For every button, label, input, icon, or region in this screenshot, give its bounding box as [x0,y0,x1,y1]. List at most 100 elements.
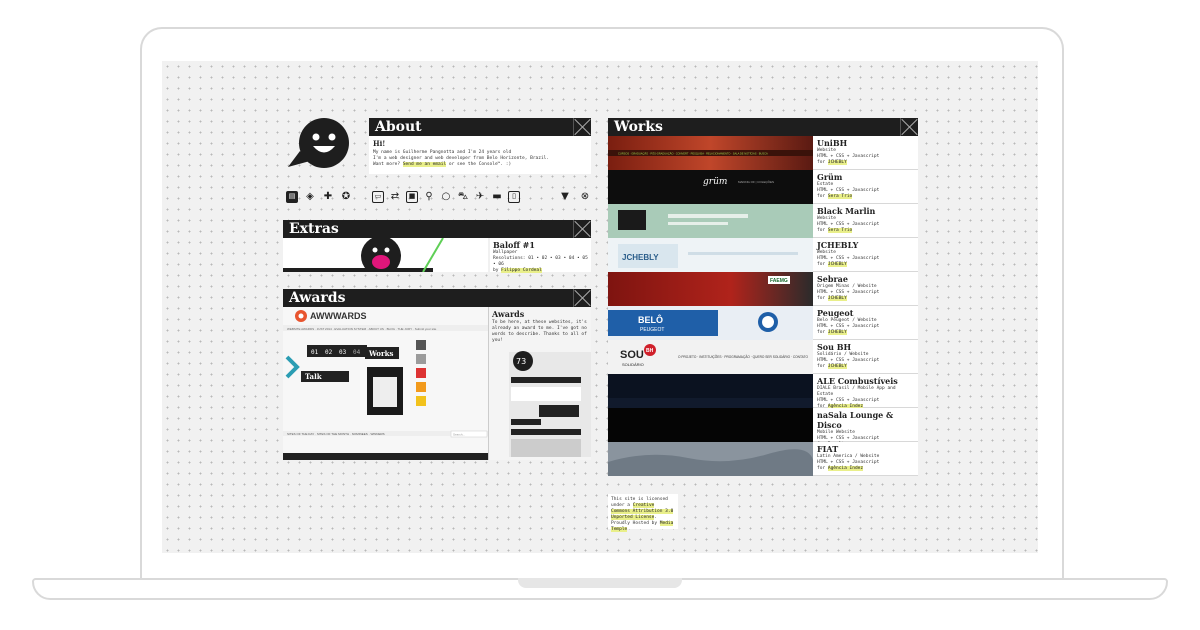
work-row-fiat[interactable]: FIAT Latin America / Website HTML + CSS … [608,442,918,476]
peugeot-word: PEUGEOT [640,327,664,333]
awwwards-search: Search... [453,433,465,437]
license-note: This site is licensed under a Creative C… [608,494,678,532]
work-thumb-sebrae[interactable]: FAEMG [608,272,813,306]
monitor-icon[interactable]: ▬ [491,191,503,203]
icon-row-right: ▭ ⇄ ■ ⚲ ○ ⛍ ✈ ▬ ▯ [372,191,520,203]
work-info-sebrae: Sebrae Origem Minas / Website HTML + CSS… [813,272,918,305]
jchebly-logo: JCHEBLY [622,253,659,262]
work-credit-link[interactable]: Sera Trio [827,228,853,233]
about-title-bar: About [369,118,591,136]
work-thumb-grum[interactable]: grüm MAKING OF | COLEÇÕES [608,170,813,204]
triangle-down-icon[interactable]: ▼ [559,191,571,203]
work-row-sebrae[interactable]: FAEMG Sebrae Origem Minas / Website HTML… [608,272,918,306]
extras-author-link[interactable]: Filippo Cordeal [501,268,542,273]
work-title: Grüm [817,172,843,182]
notebook-icon[interactable]: ▯ [508,191,520,203]
work-row-unibh[interactable]: CURSOS · GRADUAÇÃO · PÓS-GRADUAÇÃO · CON… [608,136,918,170]
work-row-black-marlin[interactable]: Black Marlin Website HTML + CSS + Javasc… [608,204,918,238]
awards-close-icon[interactable] [573,289,591,307]
work-thumb-jchebly[interactable]: JCHEBLY [608,238,813,272]
work-row-sou-bh[interactable]: SOU BH SOLIDÁRIO O PROJETO · INSTITUIÇÕE… [608,340,918,374]
work-title: Black Marlin [817,206,876,216]
belo-logo: BELÔ [638,314,663,325]
work-credit: for JCHEBLY [817,364,914,370]
work-credit-link[interactable]: JCHEBLY [827,262,847,267]
license-text: This site is licensed under a Creative C… [611,497,675,533]
work-credit-pre: for [817,160,826,165]
about-line-3-pre: Want more? [373,162,401,167]
work-info-unibh: UniBH Website HTML + CSS + Javascript fo… [813,136,918,169]
work-row-peugeot[interactable]: BELÔ PEUGEOT Peugeot Belo Peugeot / Webs… [608,306,918,340]
about-line-3-end: :) [505,162,512,167]
work-title: Peugeot [817,308,854,318]
work-info-peugeot: Peugeot Belo Peugeot / Website HTML + CS… [813,306,918,339]
work-title: naSala Lounge & Disco [817,410,894,430]
layers-icon[interactable]: ◈ [304,191,316,203]
about-body: Hi! My name is Guilherme Pangnotta and I… [369,136,591,174]
ribbon-icon[interactable]: ✪ [340,191,352,203]
work-credit: for Sera Trio [817,194,914,200]
date-c: 03 [339,349,347,356]
work-row-nasala[interactable]: naSala Lounge & Disco Mobile Website HTM… [608,408,918,447]
screen: About Hi! My name is Guilherme Pangnotta… [162,61,1038,553]
extras-close-icon[interactable] [573,220,591,238]
about-close-icon[interactable] [573,118,591,136]
work-thumb-fiat[interactable] [608,442,813,476]
email-link[interactable]: Send me an email [402,162,447,167]
work-row-jchebly[interactable]: JCHEBLY JCHEBLY Website HTML + CSS + Jav… [608,238,918,272]
extras-item-resolutions[interactable]: Resolutions: 01 • 02 • 03 • 04 • 05 • 06 [493,256,588,268]
work-thumb-peugeot[interactable]: BELÔ PEUGEOT [608,306,813,340]
circle-icon[interactable]: ○ [440,191,452,203]
about-greeting: Hi! [373,139,386,148]
work-thumb-unibh[interactable]: CURSOS · GRADUAÇÃO · PÓS-GRADUAÇÃO · CON… [608,136,813,170]
work-row-ale[interactable]: ALE Combustíveis DIALE Brasil / Mobile A… [608,374,918,409]
id-card-icon[interactable]: ▤ [286,191,298,203]
work-info-sou-bh: Sou BH Solidário / Website HTML + CSS + … [813,340,918,373]
laptop-notch [518,578,682,588]
date-a: 01 [311,349,319,356]
repeat-icon[interactable]: ⇄ [389,191,401,203]
works-close-icon[interactable] [900,118,918,136]
work-info-jchebly: JCHEBLY Website HTML + CSS + Javascript … [813,238,918,271]
window-icon[interactable]: ▭ [372,191,384,203]
extras-wallpaper-thumb[interactable] [283,238,488,272]
work-credit-pre: for [817,466,826,471]
work-title: Sou BH [817,342,852,352]
awwwards-screenshot[interactable]: AWWWARDS WEBSITE AWARDS · JUST 2014 · EV… [283,307,489,460]
extras-item-title: Baloff #1 [493,240,535,250]
work-credit-link[interactable]: JCHEBLY [827,330,847,335]
shot-works-label: Works [368,349,393,358]
pin-icon[interactable]: ⚲ [423,191,435,203]
work-credit-link[interactable]: JCHEBLY [827,160,847,165]
work-thumb-nasala[interactable] [608,408,813,442]
awwwards-nav: WEBSITE AWARDS · JUST 2014 · EVALUATION … [287,327,437,331]
works-list: CURSOS · GRADUAÇÃO · PÓS-GRADUAÇÃO · CON… [608,136,918,476]
work-credit-link[interactable]: Sera Trio [827,194,853,199]
work-credit-pre: for [817,296,826,301]
extras-item-credit: by Filippo Cordeal [493,268,588,274]
close-circle-icon[interactable]: ⊗ [579,191,591,203]
note-icon[interactable]: ■ [406,191,418,203]
work-row-grum[interactable]: grüm MAKING OF | COLEÇÕES Grüm Estate HT… [608,170,918,204]
extras-title-bar: Extras [283,220,591,238]
logo-speech-bubble-icon[interactable] [284,117,352,171]
works-title-bar: Works [608,118,918,136]
awards-side-title: Awards [492,309,525,319]
work-credit-link[interactable]: Agência Indez [827,466,864,471]
plane-icon[interactable]: ✈ [474,191,486,203]
car-icon[interactable]: ⛍ [457,191,469,203]
work-info-ale: ALE Combustíveis DIALE Brasil / Mobile A… [813,374,918,409]
work-thumb-black-marlin[interactable] [608,204,813,238]
work-type: DIALE Brasil / Mobile App and Estate [817,386,896,397]
soubh-sub: SOLIDÁRIO [622,362,644,367]
work-credit-link[interactable]: JCHEBLY [827,364,847,369]
work-credit-link[interactable]: JCHEBLY [827,296,847,301]
work-credit: for Sera Trio [817,228,914,234]
plus-icon[interactable]: ✚ [322,191,334,203]
work-credit: for JCHEBLY [817,296,914,302]
work-info-grum: Grüm Estate HTML + CSS + Javascript for … [813,170,918,203]
work-thumb-sou-bh[interactable]: SOU BH SOLIDÁRIO O PROJETO · INSTITUIÇÕE… [608,340,813,374]
work-credit: for JCHEBLY [817,262,914,268]
date-d: 04 [353,349,361,356]
work-thumb-ale[interactable] [608,374,813,408]
